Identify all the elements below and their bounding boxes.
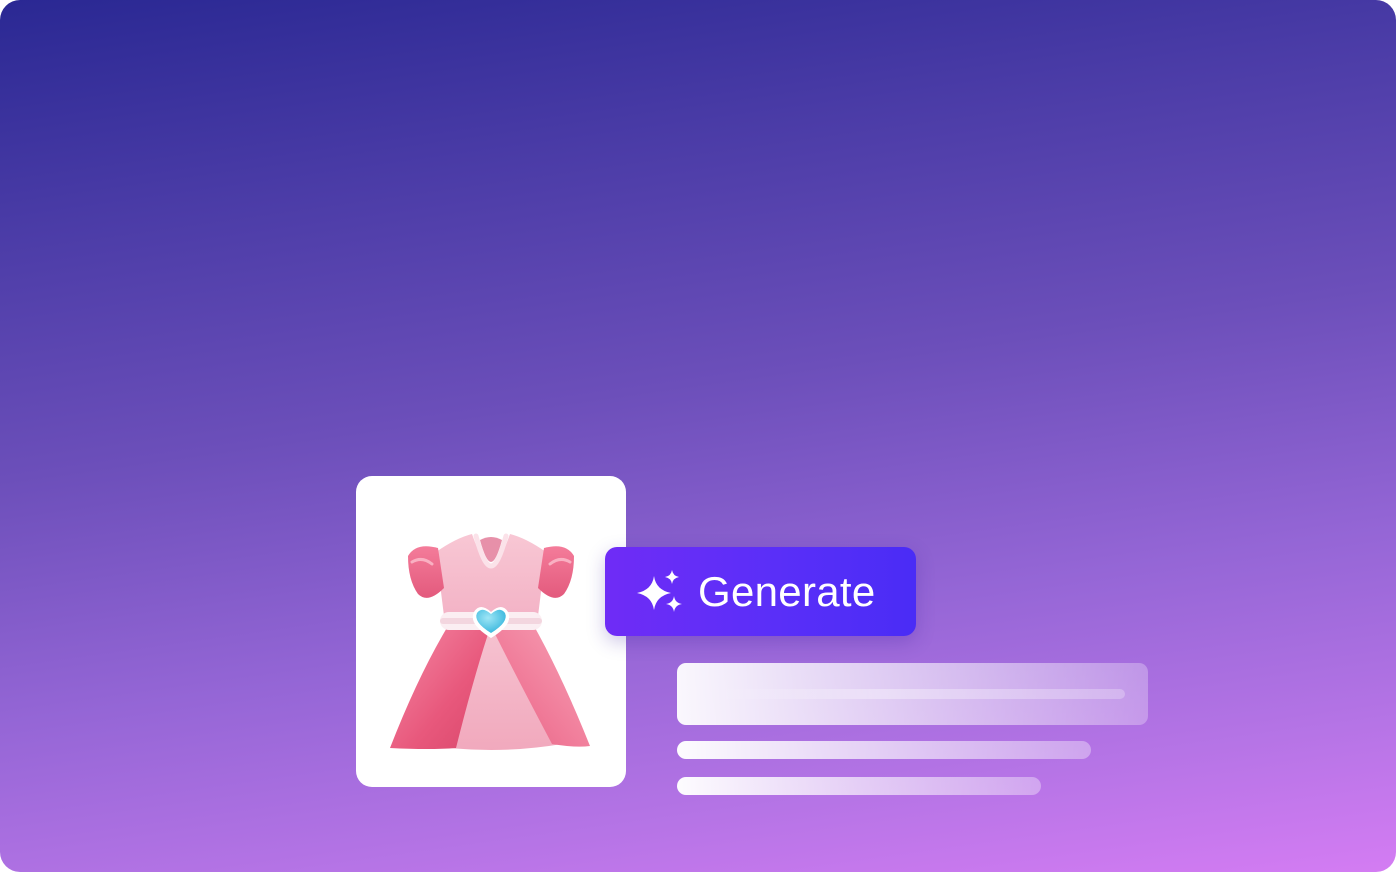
product-image-card[interactable]: [356, 476, 626, 787]
description-skeleton-line: [677, 741, 1091, 759]
generate-button[interactable]: Generate: [605, 547, 916, 636]
generate-button-label: Generate: [698, 568, 876, 615]
app-canvas: Generate: [0, 0, 1396, 872]
description-skeleton-line: [677, 777, 1041, 795]
title-text-skeleton: [713, 689, 1125, 699]
generated-title-placeholder: [677, 663, 1148, 725]
dress-image: [390, 533, 590, 750]
sparkles-icon: [637, 570, 682, 612]
